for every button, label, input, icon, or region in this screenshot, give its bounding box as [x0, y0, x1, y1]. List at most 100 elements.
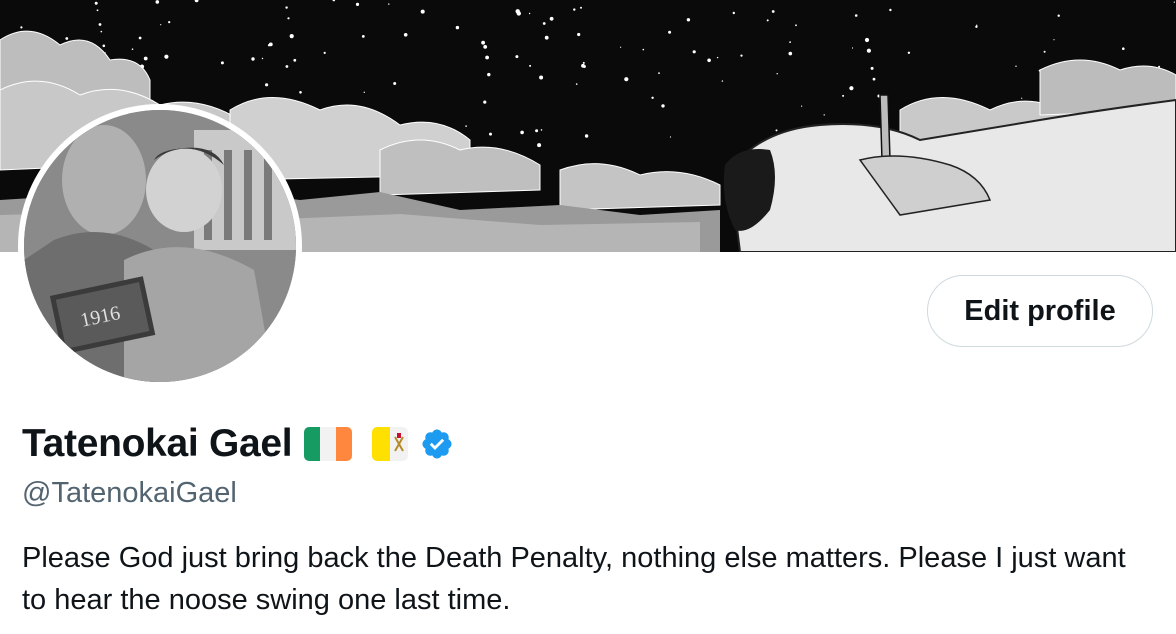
star — [775, 129, 778, 132]
star — [582, 65, 586, 68]
star — [287, 17, 290, 20]
star — [788, 51, 793, 56]
edit-profile-button[interactable]: Edit profile — [927, 275, 1153, 347]
star — [849, 86, 854, 91]
star — [465, 125, 467, 127]
star — [168, 21, 171, 24]
star — [1043, 50, 1046, 53]
star — [285, 65, 289, 68]
star — [285, 6, 288, 9]
star — [96, 9, 99, 12]
star — [489, 132, 492, 136]
star — [575, 83, 578, 85]
star — [732, 11, 735, 15]
star — [65, 37, 69, 40]
star — [540, 129, 543, 131]
avatar[interactable]: 1916 — [18, 104, 302, 388]
star — [872, 77, 876, 81]
profile-bio: Please God just bring back the Death Pen… — [22, 542, 1126, 616]
illustrated-avatar-icon: 1916 — [24, 110, 296, 382]
star — [851, 47, 854, 49]
star — [155, 0, 160, 4]
star — [289, 34, 294, 39]
display-name: Tatenokai Gael — [22, 422, 293, 465]
star — [642, 48, 645, 51]
star — [661, 104, 665, 108]
user-handle: @TatenokaiGael — [22, 477, 237, 509]
star — [535, 129, 539, 133]
star — [483, 45, 488, 49]
star — [721, 80, 724, 82]
star — [549, 16, 554, 21]
star — [455, 25, 460, 30]
star — [1122, 47, 1125, 50]
star — [582, 61, 585, 64]
star — [577, 32, 581, 37]
star — [686, 18, 691, 22]
star — [870, 66, 874, 70]
star — [323, 51, 326, 55]
ireland-flag-icon — [304, 427, 353, 461]
star — [293, 58, 297, 62]
star — [975, 25, 978, 28]
star — [573, 8, 576, 11]
vatican-flag-icon — [372, 427, 409, 461]
star — [420, 9, 425, 14]
star — [220, 61, 224, 65]
star — [716, 56, 719, 59]
star — [776, 73, 778, 75]
star — [539, 75, 544, 80]
star — [267, 44, 271, 47]
verified-badge-icon[interactable] — [420, 427, 454, 461]
star — [864, 37, 870, 43]
star — [403, 33, 408, 37]
star — [515, 9, 520, 14]
star — [668, 30, 672, 34]
star — [1021, 97, 1023, 99]
star — [651, 96, 654, 100]
profile-header: 1916 Edit profile Tatenokai Gael @Tateno… — [0, 0, 1176, 634]
star — [889, 8, 892, 12]
star — [528, 12, 531, 15]
star — [265, 83, 269, 87]
star — [100, 30, 103, 33]
star — [520, 130, 524, 135]
star — [542, 22, 546, 25]
star — [842, 94, 845, 97]
star — [138, 36, 142, 40]
star — [361, 35, 365, 38]
star — [481, 40, 485, 45]
star — [483, 100, 487, 104]
star — [251, 57, 255, 61]
star — [854, 14, 858, 17]
star — [669, 136, 672, 138]
star — [771, 10, 775, 13]
star — [487, 72, 491, 77]
star — [1057, 14, 1060, 17]
star — [1015, 65, 1017, 67]
star — [388, 3, 390, 5]
star — [94, 1, 98, 5]
star — [1053, 39, 1055, 41]
star — [537, 143, 542, 148]
name-row: Tatenokai Gael — [22, 418, 454, 470]
star — [515, 55, 519, 59]
star — [620, 46, 622, 48]
star — [160, 24, 162, 26]
star — [795, 24, 797, 27]
star — [98, 23, 102, 26]
star — [823, 114, 825, 116]
star — [20, 26, 23, 29]
star — [529, 64, 532, 67]
star — [801, 105, 803, 107]
star — [789, 41, 791, 43]
star — [485, 55, 489, 60]
star — [766, 19, 769, 22]
star — [584, 134, 589, 138]
star — [299, 91, 302, 94]
star — [261, 57, 264, 60]
star — [907, 51, 911, 54]
star — [164, 54, 169, 59]
star — [658, 72, 660, 74]
star — [544, 35, 549, 40]
